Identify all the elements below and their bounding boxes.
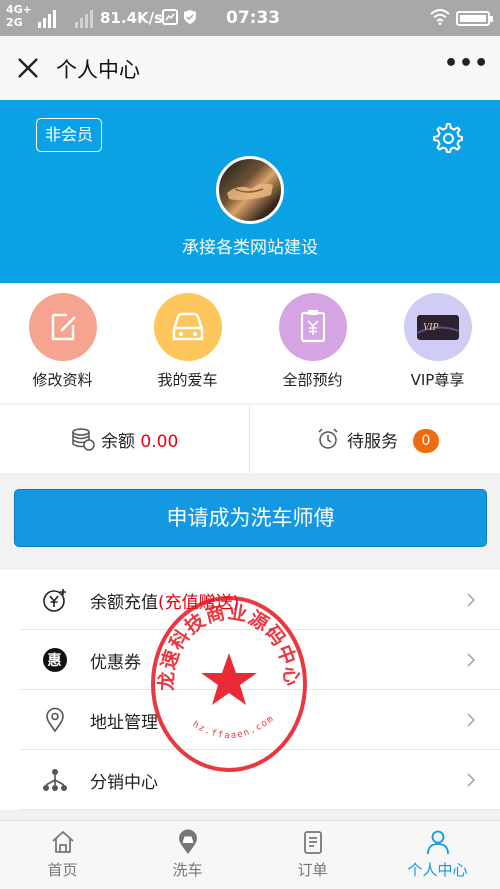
member-badge[interactable]: 非会员 bbox=[36, 118, 102, 152]
title-bar: 个人中心 ••• bbox=[0, 36, 500, 100]
network-type: 4G+ 2G bbox=[6, 3, 32, 29]
chevron-right-icon bbox=[467, 593, 476, 607]
vip-card-icon: VIP bbox=[403, 293, 472, 361]
user-icon bbox=[427, 830, 449, 855]
balance-label: 余额 bbox=[101, 432, 135, 452]
username: 承接各类网站建设 bbox=[182, 238, 318, 258]
quick-actions: 修改资料 我的爱车 全部预约 VIP VIP尊享 bbox=[0, 283, 500, 403]
menu-label: 优惠券 bbox=[90, 653, 141, 673]
pending-label: 待服务 bbox=[347, 432, 398, 452]
appointment-icon bbox=[278, 293, 347, 361]
menu-label: 分销中心 bbox=[90, 773, 158, 793]
distribution-icon bbox=[43, 769, 67, 791]
status-bar: 4G+ 2G 81.4K/s 07:33 bbox=[0, 0, 500, 36]
image-notification-icon bbox=[162, 9, 178, 25]
car-icon bbox=[153, 293, 222, 361]
stats-row: 余额 0.00 待服务 0 bbox=[0, 405, 500, 473]
order-icon bbox=[304, 831, 322, 854]
coins-icon bbox=[72, 428, 95, 451]
gear-icon[interactable] bbox=[432, 122, 464, 154]
chevron-right-icon bbox=[467, 773, 476, 787]
tab-profile[interactable]: 个人中心 bbox=[375, 821, 500, 889]
wash-car-icon bbox=[179, 829, 197, 854]
battery-level bbox=[460, 15, 486, 22]
tab-label: 首页 bbox=[47, 861, 78, 879]
wifi-icon bbox=[430, 9, 450, 25]
clock: 07:33 bbox=[226, 8, 281, 28]
battery-icon bbox=[456, 11, 493, 26]
recharge-icon bbox=[43, 589, 66, 612]
tab-label: 洗车 bbox=[172, 861, 203, 879]
quick-all-appointments[interactable]: 全部预约 bbox=[250, 293, 375, 390]
menu-list: 余额充值(充值赠送) 惠 优惠券 地址管理 分销中心 bbox=[0, 570, 500, 810]
coupon-icon: 惠 bbox=[43, 648, 67, 672]
tab-wash-car[interactable]: 洗车 bbox=[125, 821, 250, 889]
menu-label-extra: (充值赠送) bbox=[158, 593, 240, 613]
home-icon bbox=[52, 831, 74, 853]
avatar[interactable] bbox=[216, 156, 284, 224]
menu-item-recharge[interactable]: 余额充值(充值赠送) bbox=[20, 570, 500, 630]
quick-edit-profile[interactable]: 修改资料 bbox=[0, 293, 125, 390]
network-speed: 81.4K/s bbox=[100, 9, 164, 27]
tab-home[interactable]: 首页 bbox=[0, 821, 125, 889]
quick-label: 修改资料 bbox=[32, 371, 93, 389]
svg-text:VIP: VIP bbox=[423, 322, 439, 333]
alarm-clock-icon bbox=[318, 428, 338, 449]
tab-label: 个人中心 bbox=[407, 861, 468, 879]
bottom-tab-bar: 首页 洗车 订单 个人中心 bbox=[0, 820, 500, 889]
balance-value: 0.00 bbox=[140, 432, 179, 452]
balance-cell[interactable]: 余额 0.00 bbox=[0, 405, 249, 473]
menu-label-text: 余额充值 bbox=[90, 593, 158, 613]
balance-text: 余额 0.00 bbox=[101, 427, 178, 452]
apply-washer-button[interactable]: 申请成为洗车师傅 bbox=[14, 489, 487, 547]
svg-text:惠: 惠 bbox=[48, 652, 62, 669]
menu-label: 余额充值(充值赠送) bbox=[90, 588, 239, 613]
signal-icon bbox=[75, 10, 93, 28]
quick-label: 我的爱车 bbox=[157, 371, 218, 389]
chevron-right-icon bbox=[467, 653, 476, 667]
edit-icon bbox=[28, 293, 97, 361]
shield-icon bbox=[184, 10, 196, 24]
tab-label: 订单 bbox=[297, 861, 328, 879]
more-icon[interactable]: ••• bbox=[444, 53, 488, 82]
menu-item-coupons[interactable]: 惠 优惠券 bbox=[20, 630, 500, 690]
close-icon[interactable] bbox=[16, 56, 40, 80]
menu-item-distribution[interactable]: 分销中心 bbox=[20, 750, 500, 810]
network-top: 4G+ bbox=[6, 3, 32, 16]
pending-cell[interactable]: 待服务 0 bbox=[250, 405, 499, 473]
pending-count-badge: 0 bbox=[413, 429, 439, 453]
menu-item-address[interactable]: 地址管理 bbox=[20, 690, 500, 750]
menu-label: 地址管理 bbox=[90, 713, 158, 733]
quick-label: VIP尊享 bbox=[410, 371, 465, 389]
signal-icon bbox=[38, 10, 56, 28]
handshake-image bbox=[227, 183, 273, 200]
chevron-right-icon bbox=[467, 713, 476, 727]
quick-vip[interactable]: VIP VIP尊享 bbox=[375, 293, 500, 390]
network-bottom: 2G bbox=[6, 16, 23, 29]
tab-orders[interactable]: 订单 bbox=[250, 821, 375, 889]
profile-header: 非会员 承接各类网站建设 bbox=[0, 100, 500, 283]
location-icon bbox=[46, 707, 64, 733]
quick-label: 全部预约 bbox=[282, 371, 343, 389]
quick-my-car[interactable]: 我的爱车 bbox=[125, 293, 250, 390]
page-title: 个人中心 bbox=[56, 58, 140, 82]
